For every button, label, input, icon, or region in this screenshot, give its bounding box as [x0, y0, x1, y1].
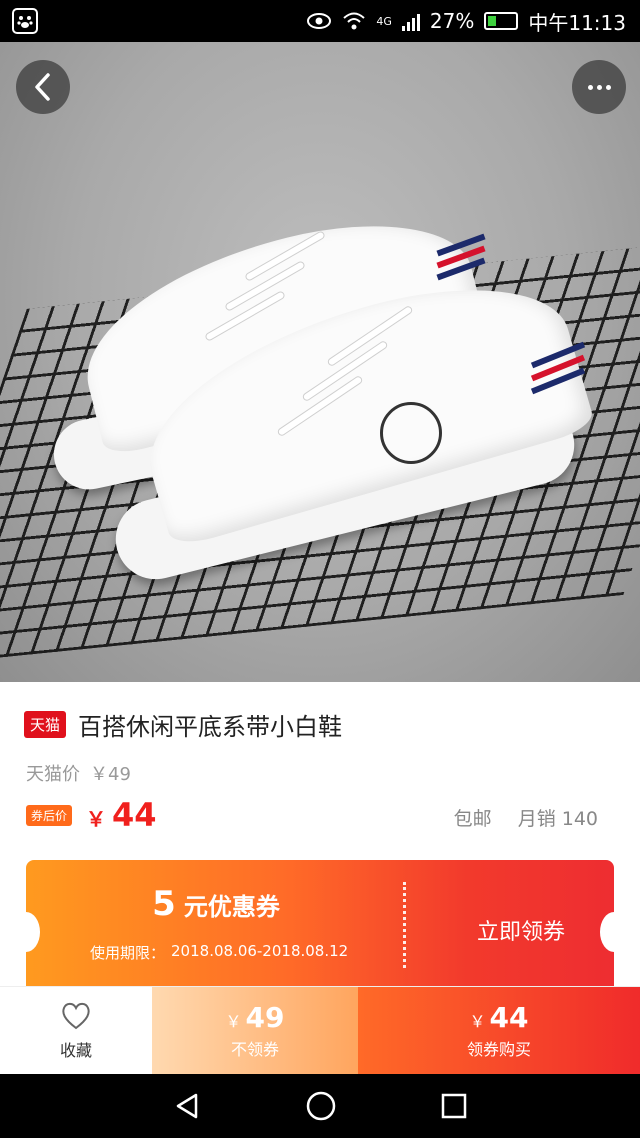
- original-price: ￥49: [90, 764, 131, 785]
- price-without-coupon: ￥ 49: [225, 1001, 285, 1034]
- eye-icon: [307, 13, 332, 29]
- action-bar: 收藏 ￥ 49 不领券 ￥ 44 领券购买: [0, 986, 640, 1074]
- shipping-sales: 包邮 月销 140: [454, 804, 598, 831]
- price-row: 券后价 ￥ 44: [26, 796, 157, 834]
- coupon-validity: 使用期限： 2018.08.06-2018.08.12: [90, 942, 349, 962]
- buy-with-coupon-button[interactable]: ￥ 44 领券购买: [358, 987, 640, 1074]
- more-button[interactable]: [572, 60, 626, 114]
- favorite-button[interactable]: 收藏: [0, 987, 152, 1074]
- monthly-sales: 月销 140: [517, 808, 598, 830]
- shipping-info: 包邮: [453, 808, 492, 830]
- coupon-divider: [403, 882, 406, 968]
- coupon-amount: 5 元优惠券: [152, 884, 280, 924]
- favorite-label: 收藏: [59, 1040, 92, 1060]
- chevron-left-icon: [35, 73, 50, 101]
- status-bar: 4G 27% 中午11:13: [0, 0, 640, 42]
- current-price: ￥ 44: [86, 796, 157, 834]
- signal-icon: [401, 11, 420, 31]
- heart-icon: [62, 1002, 90, 1029]
- network-type: 4G: [376, 14, 392, 28]
- shoe-front: [100, 254, 600, 592]
- battery-icon: [484, 12, 519, 30]
- store-tag: 天猫: [24, 711, 67, 738]
- circle-home-icon[interactable]: [305, 1090, 337, 1122]
- coupon-card[interactable]: 5 元优惠券 使用期限： 2018.08.06-2018.08.12 立即领券: [12, 860, 628, 986]
- product-image[interactable]: [0, 42, 640, 682]
- app-logo-icon: [12, 8, 38, 34]
- original-price-label: 天猫价: [26, 764, 80, 785]
- clock: 中午11:13: [528, 10, 626, 35]
- square-recents-icon[interactable]: [440, 1092, 468, 1120]
- claim-coupon-button[interactable]: 立即领券: [446, 914, 596, 946]
- back-button[interactable]: [16, 60, 70, 114]
- system-nav-bar: [0, 1074, 640, 1138]
- buy-without-coupon-label: 不领券: [230, 1040, 279, 1059]
- triangle-back-icon[interactable]: [172, 1091, 202, 1121]
- wifi-icon: [343, 12, 366, 30]
- title-row: 天猫 百搭休闲平底系带小白鞋: [24, 707, 342, 742]
- buy-without-coupon-button[interactable]: ￥ 49 不领券: [152, 987, 358, 1074]
- more-dots-icon: [587, 84, 611, 90]
- buy-with-coupon-label: 领券购买: [466, 1040, 531, 1059]
- after-coupon-tag: 券后价: [26, 804, 73, 826]
- product-title: 百搭休闲平底系带小白鞋: [78, 713, 343, 741]
- original-price-row: 天猫价 ￥49: [26, 760, 131, 786]
- price-with-coupon: ￥ 44: [469, 1001, 529, 1034]
- shoe-emblem: [380, 402, 442, 464]
- battery-percent: 27%: [429, 9, 475, 33]
